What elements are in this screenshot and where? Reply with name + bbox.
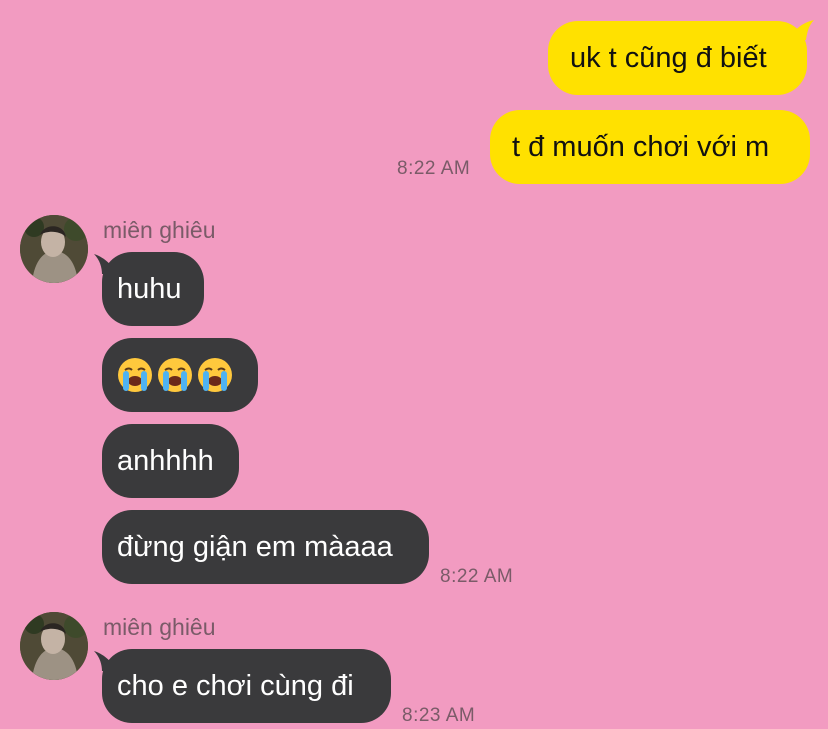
timestamp: 8:23 AM bbox=[402, 705, 476, 726]
loudly-crying-face-icon bbox=[198, 358, 232, 392]
bubble-tail-out bbox=[788, 20, 814, 40]
avatar-photo-icon bbox=[20, 612, 88, 680]
message-text: t đ muốn chơi với m bbox=[512, 130, 770, 163]
loudly-crying-face-icon bbox=[158, 358, 192, 392]
avatar[interactable] bbox=[20, 612, 88, 680]
timestamp: 8:22 AM bbox=[397, 158, 471, 179]
message-text: anhhhh bbox=[117, 444, 214, 477]
loudly-crying-face-icon bbox=[118, 358, 152, 392]
message-text: đừng giận em màaaa bbox=[117, 530, 393, 563]
incoming-message-emoji[interactable] bbox=[102, 338, 258, 412]
emoji-row bbox=[117, 357, 233, 393]
outgoing-message-2[interactable]: t đ muốn chơi với m bbox=[490, 110, 810, 184]
incoming-message-5[interactable]: cho e chơi cùng đi bbox=[102, 649, 391, 723]
outgoing-message-1[interactable]: uk t cũng đ biết bbox=[548, 21, 807, 95]
message-text: cho e chơi cùng đi bbox=[117, 669, 354, 702]
message-text: huhu bbox=[117, 272, 182, 305]
sender-name: miên ghiêu bbox=[103, 614, 216, 640]
message-text: uk t cũng đ biết bbox=[570, 41, 767, 74]
incoming-message-1[interactable]: huhu bbox=[102, 252, 204, 326]
avatar[interactable] bbox=[20, 215, 88, 283]
timestamp: 8:22 AM bbox=[440, 566, 514, 587]
incoming-message-3[interactable]: anhhhh bbox=[102, 424, 239, 498]
avatar-photo-icon bbox=[20, 215, 88, 283]
incoming-message-4[interactable]: đừng giận em màaaa bbox=[102, 510, 429, 584]
sender-name: miên ghiêu bbox=[103, 217, 216, 243]
